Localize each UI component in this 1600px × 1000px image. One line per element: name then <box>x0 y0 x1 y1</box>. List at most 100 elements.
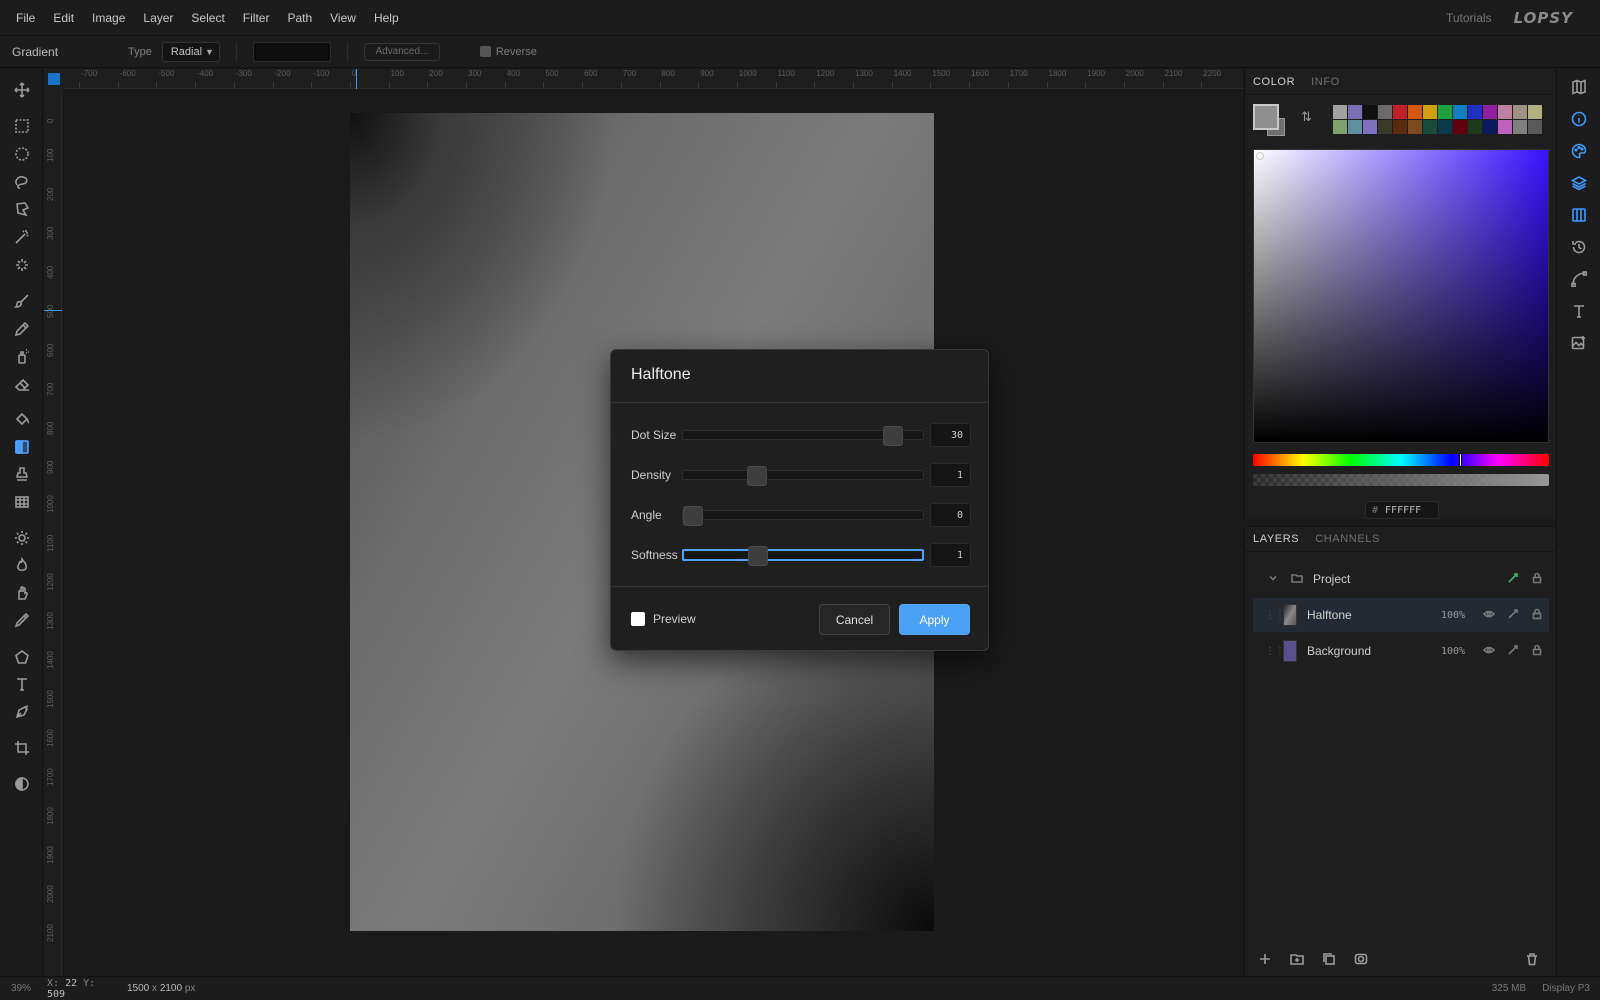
color-swatch[interactable] <box>1393 120 1407 134</box>
angle-slider-thumb[interactable] <box>683 506 703 526</box>
paths-icon[interactable] <box>1569 269 1589 289</box>
color-swatch[interactable] <box>1348 105 1362 119</box>
color-swatch[interactable] <box>1393 105 1407 119</box>
dodge-icon[interactable] <box>12 528 32 548</box>
color-swatch[interactable] <box>1468 120 1482 134</box>
character-icon[interactable] <box>1569 301 1589 321</box>
color-swatch[interactable] <box>1378 105 1392 119</box>
info-icon[interactable] <box>1569 109 1589 129</box>
color-swatch[interactable] <box>1438 120 1452 134</box>
cancel-button[interactable]: Cancel <box>819 604 890 635</box>
hue-slider-handle[interactable] <box>1459 453 1462 467</box>
shape-icon[interactable] <box>12 647 32 667</box>
eye-icon[interactable] <box>1477 608 1501 623</box>
softness-input[interactable]: 1 <box>930 543 971 567</box>
pattern-icon[interactable] <box>12 492 32 512</box>
menu-path[interactable]: Path <box>278 11 321 25</box>
chevron-down-icon[interactable] <box>1261 572 1285 587</box>
foreground-color-swatch[interactable] <box>1253 104 1279 130</box>
color-swatch[interactable] <box>1528 120 1542 134</box>
menu-select[interactable]: Select <box>182 11 233 25</box>
tutorials-link[interactable]: Tutorials <box>1446 11 1492 25</box>
density-slider[interactable] <box>682 466 924 486</box>
palette-icon[interactable] <box>1569 141 1589 161</box>
layers-icon[interactable] <box>1569 173 1589 193</box>
angle-slider[interactable] <box>682 506 924 526</box>
layer-effects-icon[interactable] <box>1501 644 1525 659</box>
navigator-icon[interactable] <box>1569 77 1589 97</box>
color-picker-cursor[interactable] <box>1256 152 1264 160</box>
lock-icon[interactable] <box>1525 608 1549 623</box>
ellipse-select-icon[interactable] <box>12 144 32 164</box>
tab-layers[interactable]: LAYERS <box>1245 533 1307 545</box>
color-swatch[interactable] <box>1363 105 1377 119</box>
color-swatch[interactable] <box>1483 105 1497 119</box>
preview-checkbox[interactable] <box>631 612 645 626</box>
color-swatch[interactable] <box>1348 120 1362 134</box>
layer-row-background[interactable]: ⋮⋮ Background 100% <box>1253 634 1549 668</box>
swap-colors-icon[interactable]: ⇅ <box>1301 109 1312 125</box>
density-slider-thumb[interactable] <box>747 466 768 486</box>
drag-handle-icon[interactable]: ⋮⋮ <box>1265 610 1285 621</box>
tab-channels[interactable]: CHANNELS <box>1307 533 1388 545</box>
add-layer-icon[interactable] <box>1253 952 1277 966</box>
tab-info[interactable]: INFO <box>1303 76 1348 88</box>
trash-icon[interactable] <box>1520 952 1544 966</box>
burn-icon[interactable] <box>12 555 32 575</box>
lasso-icon[interactable] <box>12 172 32 192</box>
zoom-level[interactable]: 39% <box>11 983 47 994</box>
layer-row-halftone[interactable]: ⋮⋮ Halftone 100% <box>1253 598 1549 632</box>
preview-toggle[interactable]: Preview <box>631 612 696 626</box>
vertical-ruler[interactable]: 0 100 200 300 400 500 600 700 800 900 1000 1100 1200… <box>44 89 62 976</box>
color-swatch[interactable] <box>1363 120 1377 134</box>
hue-slider[interactable] <box>1253 453 1549 467</box>
quick-select-icon[interactable] <box>12 255 32 275</box>
softness-slider[interactable] <box>682 546 924 566</box>
color-swatch[interactable] <box>1408 120 1422 134</box>
menu-layer[interactable]: Layer <box>134 11 182 25</box>
move-icon[interactable] <box>12 80 32 100</box>
color-swatch[interactable] <box>1453 105 1467 119</box>
angle-input[interactable]: 0 <box>930 503 971 527</box>
dot-size-slider[interactable] <box>682 426 924 446</box>
hex-input[interactable]: # FFFFFF <box>1365 501 1439 519</box>
color-swatch[interactable] <box>1513 120 1527 134</box>
brush-icon[interactable] <box>12 291 32 311</box>
alpha-slider[interactable] <box>1253 474 1549 486</box>
menu-view[interactable]: View <box>321 11 365 25</box>
color-swatch[interactable] <box>1333 120 1347 134</box>
pencil-icon[interactable] <box>12 319 32 339</box>
menu-edit[interactable]: Edit <box>44 11 83 25</box>
dot-size-slider-thumb[interactable] <box>882 426 903 446</box>
reverse-checkbox[interactable] <box>479 46 491 57</box>
color-swatch[interactable] <box>1498 105 1512 119</box>
gradient-icon[interactable] <box>12 437 32 457</box>
gradient-type-select[interactable]: Radial ▼ <box>161 41 220 62</box>
color-swatch[interactable] <box>1483 120 1497 134</box>
layer-effects-icon[interactable] <box>1501 608 1525 623</box>
lock-icon[interactable] <box>1525 572 1549 587</box>
spray-icon[interactable] <box>12 346 32 366</box>
menu-file[interactable]: File <box>7 11 44 25</box>
mask-icon[interactable] <box>1349 952 1373 966</box>
apply-button[interactable]: Apply <box>899 604 970 635</box>
eyedropper-icon[interactable] <box>12 610 32 630</box>
rect-select-icon[interactable] <box>12 116 32 136</box>
drag-handle-icon[interactable]: ⋮⋮ <box>1265 646 1285 657</box>
channels-icon[interactable] <box>1569 205 1589 225</box>
color-swatch[interactable] <box>1468 105 1482 119</box>
text-icon[interactable] <box>12 674 32 694</box>
menu-image[interactable]: Image <box>83 11 134 25</box>
color-swatch[interactable] <box>1528 105 1542 119</box>
image-add-icon[interactable] <box>1569 333 1589 353</box>
smudge-icon[interactable] <box>12 583 32 603</box>
menu-filter[interactable]: Filter <box>234 11 279 25</box>
horizontal-ruler[interactable]: -700 -600 -500 -400 -300 -200 -100 0 100 200 300 40… <box>63 69 1243 89</box>
color-swatch[interactable] <box>1423 105 1437 119</box>
color-swatch[interactable] <box>1453 120 1467 134</box>
color-swatch[interactable] <box>1408 105 1422 119</box>
color-swatch[interactable] <box>1498 120 1512 134</box>
density-input[interactable]: 1 <box>930 463 971 487</box>
color-swatch[interactable] <box>1438 105 1452 119</box>
gradient-preview-swatch[interactable] <box>252 41 331 62</box>
